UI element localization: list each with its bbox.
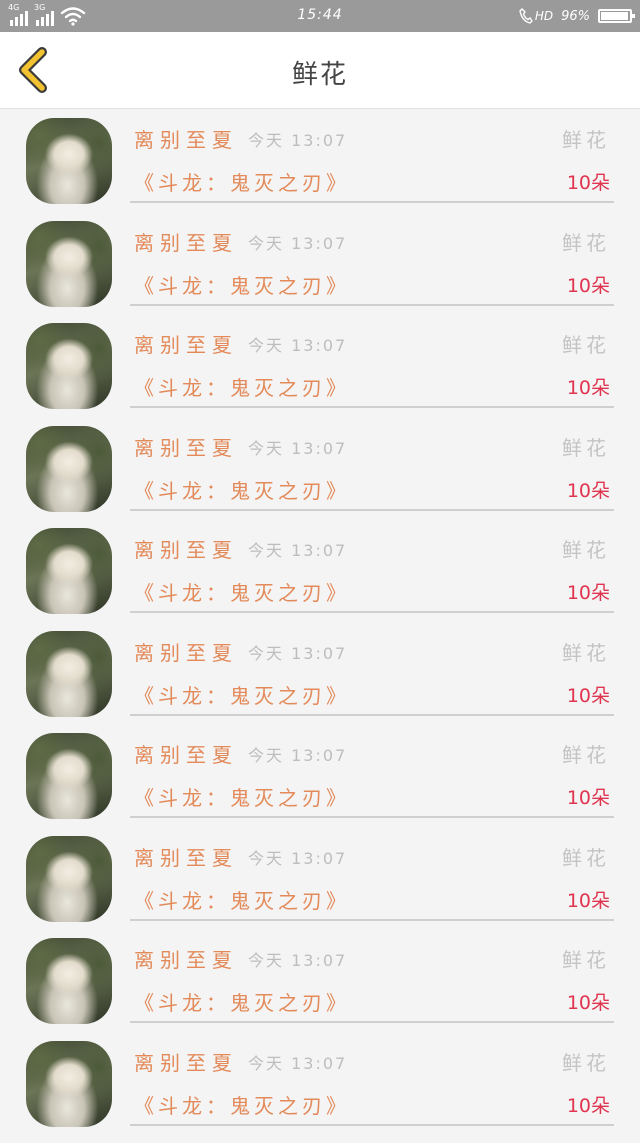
avatar[interactable]: [26, 323, 112, 409]
list-item[interactable]: 离别至夏 今天 13:07 鲜花 《斗龙：鬼灭之刃》 10朵: [0, 836, 640, 939]
list-item[interactable]: 离别至夏 今天 13:07 鲜花 《斗龙：鬼灭之刃》 10朵: [0, 631, 640, 734]
list-item[interactable]: 离别至夏 今天 13:07 鲜花 《斗龙：鬼灭之刃》 10朵: [0, 1041, 640, 1143]
sender-name: 离别至夏: [134, 432, 238, 461]
list-item[interactable]: 离别至夏 今天 13:07 鲜花 《斗龙：鬼灭之刃》 10朵: [0, 733, 640, 836]
gift-type: 鲜花: [562, 329, 610, 358]
avatar[interactable]: [26, 836, 112, 922]
work-title: 《斗龙：鬼灭之刃》: [134, 987, 350, 1016]
row-divider: [130, 816, 614, 818]
avatar[interactable]: [26, 221, 112, 307]
gift-quantity: 10朵: [567, 271, 610, 298]
gift-type: 鲜花: [562, 432, 610, 461]
list-item[interactable]: 离别至夏 今天 13:07 鲜花 《斗龙：鬼灭之刃》 10朵: [0, 323, 640, 426]
row-divider: [130, 714, 614, 716]
gift-list: 离别至夏 今天 13:07 鲜花 《斗龙：鬼灭之刃》 10朵 离别至夏 今天 1…: [0, 118, 640, 1143]
sender-name: 离别至夏: [134, 124, 238, 153]
work-title: 《斗龙：鬼灭之刃》: [134, 1090, 350, 1119]
sender-name: 离别至夏: [134, 329, 238, 358]
status-bar-right: HD 96%: [519, 6, 632, 26]
gift-type: 鲜花: [562, 124, 610, 153]
list-item[interactable]: 离别至夏 今天 13:07 鲜花 《斗龙：鬼灭之刃》 10朵: [0, 221, 640, 324]
timestamp: 今天 13:07: [248, 1050, 347, 1074]
battery-percent: 96%: [561, 9, 590, 24]
row-divider: [130, 1124, 614, 1126]
gift-type: 鲜花: [562, 1047, 610, 1076]
sender-name: 离别至夏: [134, 842, 238, 871]
page-title: 鲜花: [0, 54, 640, 91]
phone-icon: [519, 8, 533, 24]
sender-name: 离别至夏: [134, 227, 238, 256]
gift-quantity: 10朵: [567, 476, 610, 503]
gift-type: 鲜花: [562, 944, 610, 973]
work-title: 《斗龙：鬼灭之刃》: [134, 782, 350, 811]
gift-quantity: 10朵: [567, 578, 610, 605]
avatar[interactable]: [26, 733, 112, 819]
work-title: 《斗龙：鬼灭之刃》: [134, 372, 350, 401]
timestamp: 今天 13:07: [248, 332, 347, 356]
sender-name: 离别至夏: [134, 739, 238, 768]
hd-label: HD: [535, 9, 553, 23]
avatar[interactable]: [26, 938, 112, 1024]
gift-quantity: 10朵: [567, 988, 610, 1015]
timestamp: 今天 13:07: [248, 640, 347, 664]
work-title: 《斗龙：鬼灭之刃》: [134, 167, 350, 196]
timestamp: 今天 13:07: [248, 230, 347, 254]
gift-type: 鲜花: [562, 739, 610, 768]
row-divider: [130, 201, 614, 203]
gift-type: 鲜花: [562, 637, 610, 666]
sender-name: 离别至夏: [134, 637, 238, 666]
battery-icon: [598, 9, 632, 23]
gift-type: 鲜花: [562, 842, 610, 871]
row-divider: [130, 509, 614, 511]
gift-quantity: 10朵: [567, 783, 610, 810]
timestamp: 今天 13:07: [248, 537, 347, 561]
gift-quantity: 10朵: [567, 1091, 610, 1118]
list-item[interactable]: 离别至夏 今天 13:07 鲜花 《斗龙：鬼灭之刃》 10朵: [0, 528, 640, 631]
gift-quantity: 10朵: [567, 168, 610, 195]
work-title: 《斗龙：鬼灭之刃》: [134, 680, 350, 709]
avatar[interactable]: [26, 631, 112, 717]
hd-call-icon: HD: [519, 8, 553, 24]
work-title: 《斗龙：鬼灭之刃》: [134, 270, 350, 299]
gift-quantity: 10朵: [567, 373, 610, 400]
timestamp: 今天 13:07: [248, 127, 347, 151]
row-divider: [130, 611, 614, 613]
sender-name: 离别至夏: [134, 1047, 238, 1076]
row-divider: [130, 406, 614, 408]
timestamp: 今天 13:07: [248, 435, 347, 459]
timestamp: 今天 13:07: [248, 742, 347, 766]
row-divider: [130, 1021, 614, 1023]
gift-quantity: 10朵: [567, 681, 610, 708]
timestamp: 今天 13:07: [248, 947, 347, 971]
work-title: 《斗龙：鬼灭之刃》: [134, 475, 350, 504]
avatar[interactable]: [26, 426, 112, 512]
gift-type: 鲜花: [562, 227, 610, 256]
status-bar: 4G 3G 15:44 HD 96%: [0, 0, 640, 32]
row-divider: [130, 304, 614, 306]
avatar[interactable]: [26, 528, 112, 614]
avatar[interactable]: [26, 118, 112, 204]
gift-quantity: 10朵: [567, 886, 610, 913]
work-title: 《斗龙：鬼灭之刃》: [134, 885, 350, 914]
app-header: 鲜花: [0, 32, 640, 109]
sender-name: 离别至夏: [134, 534, 238, 563]
avatar[interactable]: [26, 1041, 112, 1127]
work-title: 《斗龙：鬼灭之刃》: [134, 577, 350, 606]
timestamp: 今天 13:07: [248, 845, 347, 869]
list-item[interactable]: 离别至夏 今天 13:07 鲜花 《斗龙：鬼灭之刃》 10朵: [0, 118, 640, 221]
sender-name: 离别至夏: [134, 944, 238, 973]
list-item[interactable]: 离别至夏 今天 13:07 鲜花 《斗龙：鬼灭之刃》 10朵: [0, 938, 640, 1041]
gift-type: 鲜花: [562, 534, 610, 563]
row-divider: [130, 919, 614, 921]
list-item[interactable]: 离别至夏 今天 13:07 鲜花 《斗龙：鬼灭之刃》 10朵: [0, 426, 640, 529]
